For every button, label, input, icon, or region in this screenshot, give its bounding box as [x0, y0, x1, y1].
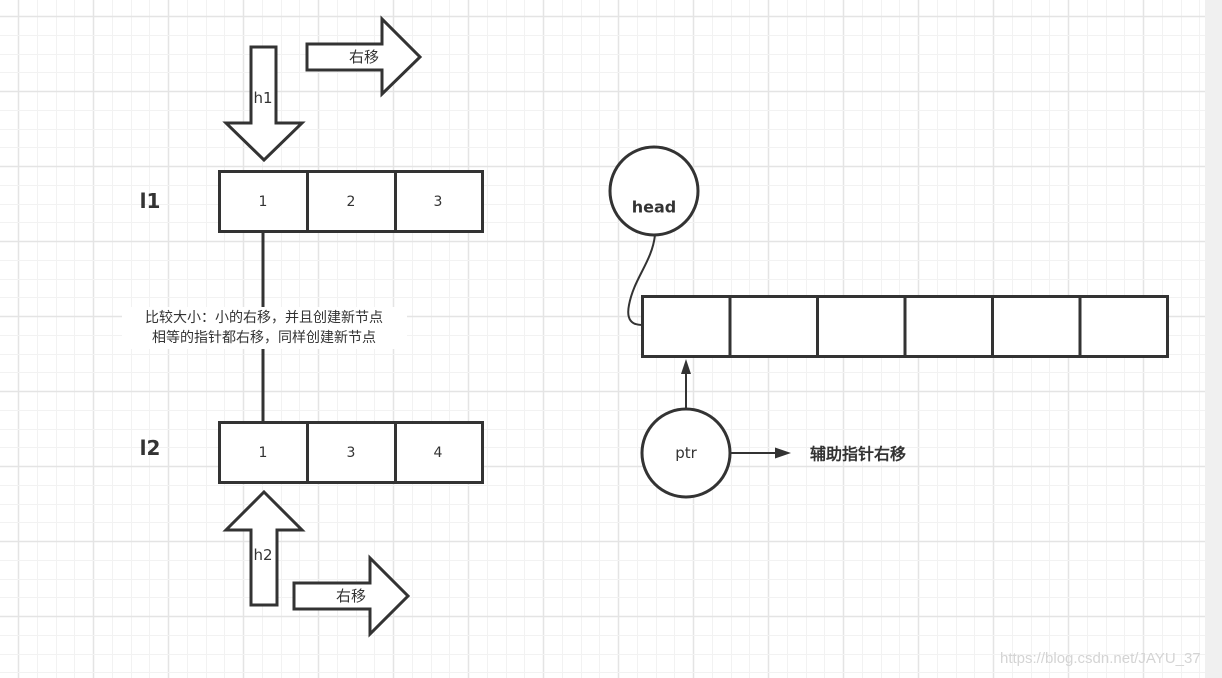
- ptr-to-array-arrow: [681, 359, 691, 409]
- list2-array: 1 3 4: [218, 421, 484, 484]
- list1-cell-value: 1: [259, 194, 268, 210]
- result-cell[interactable]: [991, 295, 1082, 358]
- arrowhead-right-icon: [775, 447, 791, 459]
- ptr-move-right-arrow: [730, 447, 791, 459]
- head-node[interactable]: head: [608, 145, 700, 237]
- list2-move-right-arrow[interactable]: 右移: [292, 554, 411, 638]
- list1-cell-value: 2: [347, 194, 356, 210]
- list2-move-label: 右移: [336, 587, 366, 605]
- result-cell[interactable]: [903, 295, 994, 358]
- arrowhead-up-icon: [681, 359, 691, 374]
- ptr-label: ptr: [675, 444, 697, 462]
- diagram-canvas: l1 h1 右移 1 2 3 比较大小：小的右移，并且创建新节点 相等的指针都右…: [0, 0, 1205, 678]
- ptr-node[interactable]: ptr: [640, 407, 732, 499]
- head-circle: [608, 145, 700, 237]
- result-cell[interactable]: [641, 295, 732, 358]
- list1-cell-value: 3: [434, 194, 443, 210]
- watermark: https://blog.csdn.net/JAYU_37: [1000, 650, 1201, 667]
- note-line2: 相等的指针都右移，同样创建新节点: [152, 329, 376, 346]
- head-label: head: [632, 198, 677, 217]
- h2-pointer-arrow[interactable]: h2: [222, 489, 306, 607]
- h1-label: h1: [253, 89, 272, 107]
- result-array: [641, 295, 1169, 358]
- ptr-move-label: 辅助指针右移: [810, 445, 906, 464]
- list2-cell-value: 1: [259, 445, 268, 461]
- list1-move-label: 右移: [349, 48, 379, 66]
- result-group: head ptr 辅助指针右移: [608, 145, 1169, 499]
- list1-move-right-arrow[interactable]: 右移: [305, 15, 423, 98]
- right-edge-strip: [1205, 0, 1222, 678]
- result-cell[interactable]: [1078, 295, 1169, 358]
- h2-label: h2: [253, 546, 272, 564]
- result-cell[interactable]: [816, 295, 907, 358]
- note-line1: 比较大小：小的右移，并且创建新节点: [145, 310, 383, 326]
- list1-label: l1: [140, 189, 161, 213]
- list1-array: 1 2 3: [218, 170, 484, 233]
- h1-pointer-arrow[interactable]: h1: [222, 45, 306, 163]
- comparison-note: 比较大小：小的右移，并且创建新节点 相等的指针都右移，同样创建新节点: [122, 307, 407, 349]
- list2-cell-value: 4: [434, 445, 443, 461]
- list2-label: l2: [140, 436, 161, 460]
- list2-cell-value: 3: [347, 445, 356, 461]
- result-cell[interactable]: [728, 295, 819, 358]
